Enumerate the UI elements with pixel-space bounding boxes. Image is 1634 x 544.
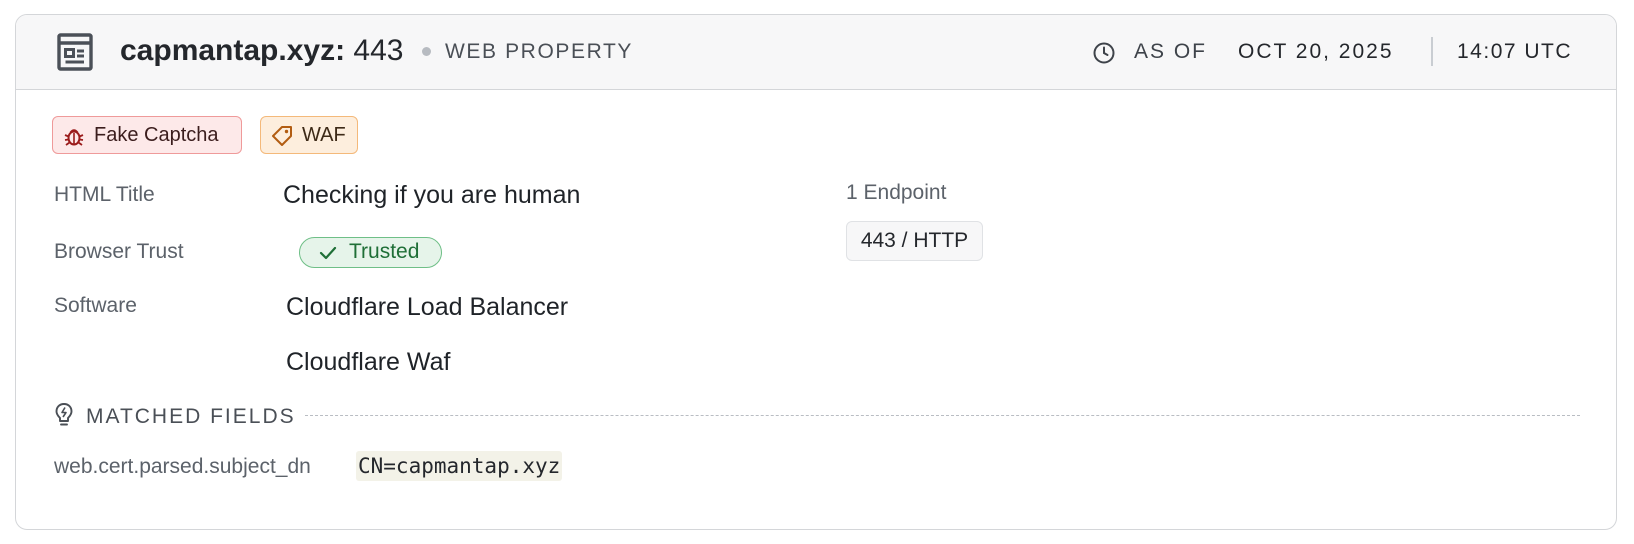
endpoint-count: 1 Endpoint <box>846 181 947 204</box>
tag-label: WAF <box>302 124 346 146</box>
separator-dot <box>422 47 431 56</box>
browser-trust-label: Browser Trust <box>54 240 184 263</box>
as-of-label: AS OF <box>1134 40 1208 63</box>
bug-icon <box>64 129 84 146</box>
matched-field-value: CN=capmantap.xyz <box>356 451 563 481</box>
page-title: capmantap.xyz: 443 <box>120 33 403 69</box>
as-of-date: OCT 20, 2025 <box>1238 40 1394 63</box>
tag-label: Fake Captcha <box>94 124 219 146</box>
card-header: capmantap.xyz: 443 WEB PROPERTY AS OF OC… <box>16 15 1616 90</box>
property-type-label: WEB PROPERTY <box>445 40 634 63</box>
web-property-card: capmantap.xyz: 443 WEB PROPERTY AS OF OC… <box>15 14 1617 530</box>
host-name: capmantap.xyz: <box>120 34 346 67</box>
clock-icon <box>1093 42 1115 64</box>
trusted-badge: Trusted <box>299 237 442 268</box>
check-icon <box>319 246 337 260</box>
software-item: Cloudflare Waf <box>286 348 451 376</box>
matched-fields-divider <box>305 415 1580 416</box>
lightbulb-icon <box>55 403 73 426</box>
html-title-value: Checking if you are human <box>283 181 581 209</box>
tag-fake-captcha[interactable]: Fake Captcha <box>52 116 242 154</box>
software-item: Cloudflare Load Balancer <box>286 293 569 321</box>
matched-field-name: web.cert.parsed.subject_dn <box>54 455 311 478</box>
html-title-label: HTML Title <box>54 183 155 206</box>
header-divider <box>1431 37 1433 66</box>
web-property-icon <box>57 33 93 71</box>
endpoint-chip[interactable]: 443 / HTTP <box>846 221 983 261</box>
host-port: 443 <box>353 34 404 67</box>
tag-icon <box>272 126 292 146</box>
as-of-time: 14:07 UTC <box>1457 40 1573 63</box>
matched-fields-title: MATCHED FIELDS <box>86 405 296 428</box>
software-label: Software <box>54 294 137 317</box>
trusted-badge-label: Trusted <box>349 240 420 263</box>
tag-waf[interactable]: WAF <box>260 116 358 154</box>
